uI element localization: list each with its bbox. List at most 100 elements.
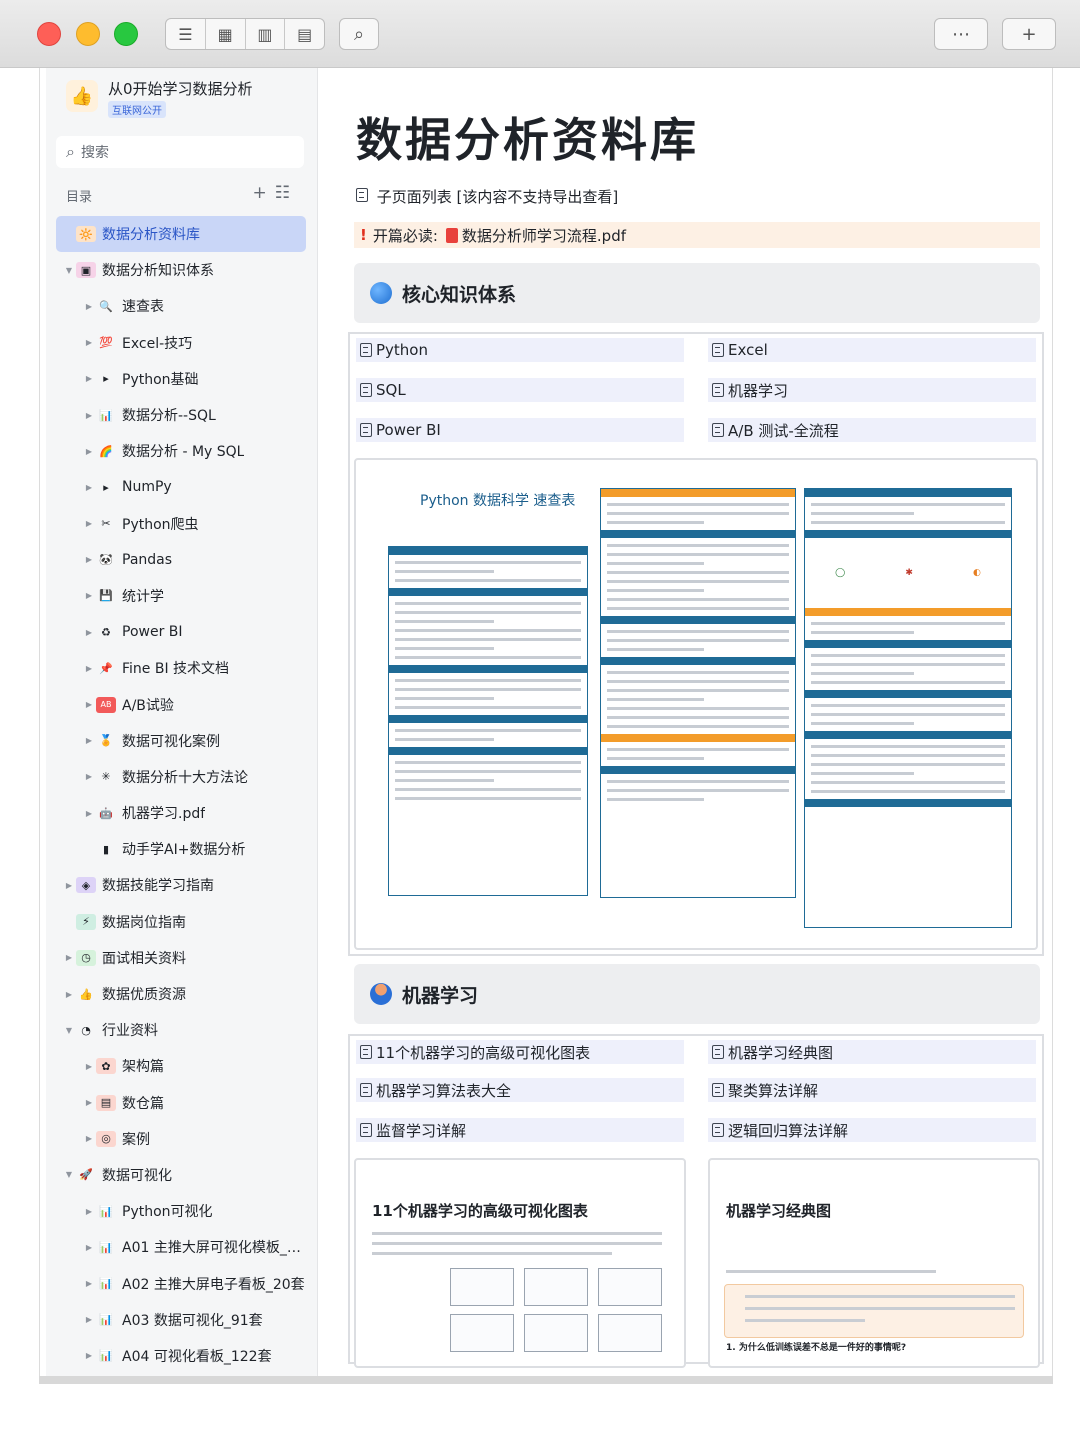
chevron-down-icon[interactable]: ▼ xyxy=(62,266,76,275)
chevron-right-icon[interactable]: ▶ xyxy=(62,953,76,962)
sidebar-item[interactable]: ▶ 📊 数据分析--SQL xyxy=(56,397,306,433)
chevron-right-icon[interactable]: ▶ xyxy=(82,591,96,600)
sidebar-item[interactable]: ▶ 💯 Excel-技巧 xyxy=(56,325,306,361)
must-read-file-link[interactable]: 数据分析师学习流程.pdf xyxy=(462,225,626,246)
link-logistic-regression[interactable]: 逻辑回归算法详解 xyxy=(708,1118,1036,1142)
sidebar-item[interactable]: ▶ 🏅 数据可视化案例 xyxy=(56,723,306,759)
chevron-right-icon[interactable]: ▶ xyxy=(82,1207,96,1216)
sidebar-item[interactable]: ▶ 📌 Fine BI 技术文档 xyxy=(56,650,306,686)
search-input[interactable]: ⌕ 搜索 xyxy=(56,136,304,168)
add-page-icon[interactable]: + xyxy=(253,183,275,203)
chevron-right-icon[interactable]: ▶ xyxy=(82,519,96,528)
chevron-right-icon[interactable]: ▶ xyxy=(82,1062,96,1071)
sidebar-item[interactable]: ▶ ◎ 案例 xyxy=(56,1121,306,1157)
sidebar-item[interactable]: ▶ 📊 Python可视化 xyxy=(56,1193,306,1229)
sidebar-item[interactable]: ▶ 📊 A01 主推大屏可视化模板_… xyxy=(56,1229,306,1265)
sidebar-item[interactable]: ▶ ✿ 架构篇 xyxy=(56,1048,306,1084)
sidebar-item[interactable]: ▼ ◔ 行业资料 xyxy=(56,1012,306,1048)
link-sql[interactable]: SQL xyxy=(356,378,684,402)
chevron-right-icon[interactable]: ▶ xyxy=(82,1315,96,1324)
link-ml-classic-charts[interactable]: 机器学习经典图 xyxy=(708,1040,1036,1064)
sidebar-item[interactable]: ▶ 🌈 数据分析 - My SQL xyxy=(56,433,306,469)
chevron-right-icon[interactable]: ▶ xyxy=(82,809,96,818)
sidebar-item[interactable]: ▶ ✂ Python爬虫 xyxy=(56,506,306,542)
sidebar-item[interactable]: ▶ 📊 A02 主推大屏电子看板_20套 xyxy=(56,1265,306,1301)
chevron-right-icon[interactable]: ▶ xyxy=(82,302,96,311)
workspace-header[interactable]: 👍 从0开始学习数据分析 互联网公开 xyxy=(66,78,306,122)
chevron-right-icon[interactable]: ▶ xyxy=(62,990,76,999)
sidebar-item-label: 数据分析十大方法论 xyxy=(122,769,248,786)
link-excel[interactable]: Excel xyxy=(708,338,1036,362)
link-python[interactable]: Python xyxy=(356,338,684,362)
sidebar-item[interactable]: ▶ 📊 A03 数据可视化_91套 xyxy=(56,1302,306,1338)
link-machine-learning[interactable]: 机器学习 xyxy=(708,378,1036,402)
sidebar-item[interactable]: ▶ 💾 统计学 xyxy=(56,578,306,614)
link-supervised-learning[interactable]: 监督学习详解 xyxy=(356,1118,684,1142)
sidebar-item[interactable]: ▶ ✳ 数据分析十大方法论 xyxy=(56,759,306,795)
chevron-right-icon[interactable]: ▶ xyxy=(82,1134,96,1143)
more-button[interactable]: ⋯ xyxy=(934,18,988,50)
sidebar-item[interactable]: ▶ ◷ 面试相关资料 xyxy=(56,940,306,976)
minimize-window-button[interactable] xyxy=(76,22,100,46)
chevron-right-icon[interactable]: ▶ xyxy=(82,411,96,420)
sidebar-item[interactable]: ▶ 🔍 速查表 xyxy=(56,288,306,324)
link-label: Excel xyxy=(728,341,768,359)
link-power-bi[interactable]: Power BI xyxy=(356,418,684,442)
sidebar-item[interactable]: ▼ 🚀 数据可视化 xyxy=(56,1157,306,1193)
zoom-window-button[interactable] xyxy=(114,22,138,46)
link-label: A/B 测试-全流程 xyxy=(728,421,839,440)
chevron-right-icon[interactable]: ▶ xyxy=(62,881,76,890)
sidebar-item[interactable]: ▮ 动手学AI+数据分析 xyxy=(56,831,306,867)
sidebar-item[interactable]: ▶ ♻ Power BI xyxy=(56,614,306,650)
link-ab-test[interactable]: A/B 测试-全流程 xyxy=(708,418,1036,442)
chevron-right-icon[interactable]: ▶ xyxy=(82,664,96,673)
chevron-right-icon[interactable]: ▶ xyxy=(82,1351,96,1360)
outline-icon[interactable]: ☷ xyxy=(275,183,298,203)
sidebar-item[interactable]: ▶ ▤ 数仓篇 xyxy=(56,1085,306,1121)
chevron-right-icon[interactable]: ▶ xyxy=(82,700,96,709)
chevron-right-icon[interactable]: ▶ xyxy=(82,1279,96,1288)
chevron-right-icon[interactable]: ▶ xyxy=(82,1098,96,1107)
sidebar-item-label: Python基础 xyxy=(122,371,199,388)
chevron-right-icon[interactable]: ▶ xyxy=(82,374,96,383)
chevron-right-icon[interactable]: ▶ xyxy=(82,628,96,637)
sidebar-item[interactable]: ▶ 🐼 Pandas xyxy=(56,542,306,578)
page-icon: ▸ xyxy=(103,480,109,494)
add-button[interactable]: + xyxy=(1002,18,1056,50)
chevron-right-icon[interactable]: ▶ xyxy=(82,338,96,347)
chevron-right-icon[interactable]: ▶ xyxy=(82,483,96,492)
link-clustering[interactable]: 聚类算法详解 xyxy=(708,1078,1036,1102)
sidebar-item[interactable]: 🔆 数据分析资料库 xyxy=(56,216,306,253)
calendar-view-icon[interactable]: ▤ xyxy=(285,19,324,49)
ml-classic-charts-preview[interactable]: 机器学习经典图 1. 为什么低训练误差不总是一件好的事情呢? xyxy=(708,1158,1040,1368)
chevron-down-icon[interactable]: ▼ xyxy=(62,1170,76,1179)
map-view-icon[interactable]: ▥ xyxy=(246,19,286,49)
sidebar-item[interactable]: ▶ 👍 数据优质资源 xyxy=(56,976,306,1012)
subpages-list[interactable]: 子页面列表 [该内容不支持导出查看] xyxy=(356,186,618,207)
sidebar-item[interactable]: ▶ ◈ 数据技能学习指南 xyxy=(56,867,306,903)
link-ml-visual-charts[interactable]: 11个机器学习的高级可视化图表 xyxy=(356,1040,684,1064)
python-cheatsheet-preview[interactable]: Python 数据科学 速查表 ◯ ✱ ◐ xyxy=(354,458,1038,950)
close-window-button[interactable] xyxy=(37,22,61,46)
chevron-right-icon[interactable]: ▶ xyxy=(82,1243,96,1252)
list-view-icon[interactable]: ☰ xyxy=(166,19,206,49)
ml-visual-charts-preview[interactable]: 11个机器学习的高级可视化图表 xyxy=(354,1158,686,1368)
chevron-right-icon[interactable]: ▶ xyxy=(82,772,96,781)
sidebar-item[interactable]: ▶ ▸ NumPy xyxy=(56,469,306,505)
chevron-down-icon[interactable]: ▼ xyxy=(62,1026,76,1035)
sidebar-item[interactable]: ▶ AB A/B试验 xyxy=(56,686,306,722)
sidebar-item[interactable]: ▶ ▸ Python基础 xyxy=(56,361,306,397)
grid-view-icon[interactable]: ▦ xyxy=(206,19,246,49)
page-icon: 🤖 xyxy=(99,806,113,820)
sidebar-item[interactable]: ▼ ▣ 数据分析知识体系 xyxy=(56,252,306,288)
search-icon[interactable]: ⌕ xyxy=(339,18,379,50)
sidebar-item[interactable]: ▶ 📊 A04 可视化看板_122套 xyxy=(56,1338,306,1374)
chevron-right-icon[interactable]: ▶ xyxy=(82,447,96,456)
link-ml-algorithms[interactable]: 机器学习算法表大全 xyxy=(356,1078,684,1102)
document-icon xyxy=(712,1045,724,1059)
sidebar-item[interactable]: ▶ 🤖 机器学习.pdf xyxy=(56,795,306,831)
chevron-right-icon[interactable]: ▶ xyxy=(82,736,96,745)
toc-header: 目录 +☷ xyxy=(66,183,306,206)
chevron-right-icon[interactable]: ▶ xyxy=(82,555,96,564)
sidebar-item[interactable]: ⚡ 数据岗位指南 xyxy=(56,904,306,940)
